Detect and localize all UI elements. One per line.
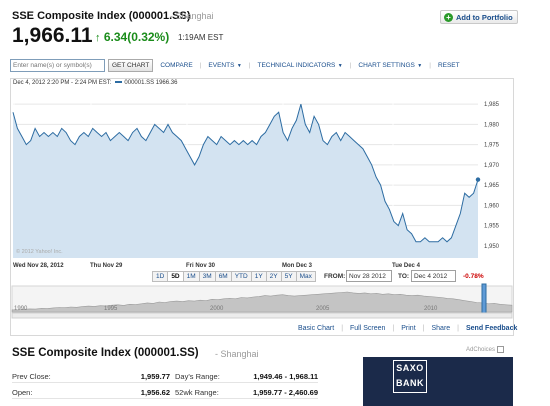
link-divider: |	[341, 325, 344, 332]
ad-brand-line1: SAXO	[396, 363, 424, 373]
advertisement[interactable]	[363, 357, 513, 406]
period-selector: 1D 5D 1M 3M 6M YTD 1Y 2Y 5Y Max	[152, 271, 316, 282]
series-area	[13, 104, 478, 258]
range-percent-change: -0.78%	[463, 273, 484, 280]
x-tick-label: Wed Nov 28, 2012	[13, 263, 64, 269]
y-tick-label: 1,960	[484, 203, 500, 209]
x-tick-label: Fri Nov 30	[186, 263, 216, 269]
adchoices-link[interactable]: AdChoices	[466, 346, 505, 354]
prev-close-value: 1,959.77	[140, 372, 170, 381]
navigator-year-label: 1995	[104, 306, 118, 312]
link-divider: |	[457, 325, 459, 332]
saxo-bank-logo: SAXO BANK	[393, 360, 427, 393]
open-value: 1,956.62	[140, 388, 170, 397]
navigator-year-label: 1990	[14, 306, 28, 312]
x-tick-label: Mon Dec 3	[282, 263, 313, 269]
navigator-year-label: 2010	[424, 306, 438, 312]
y-tick-label: 1,955	[484, 224, 500, 230]
days-range-label: Day's Range:	[175, 372, 220, 381]
open-label: Open:	[12, 388, 33, 397]
full-screen-link[interactable]: Full Screen	[350, 325, 385, 332]
from-label: FROM:	[324, 273, 346, 280]
copyright-watermark: © 2012 Yahoo! Inc.	[16, 249, 63, 255]
stat-row: Prev Close: 1,959.77 Day's Range: 1,949.…	[12, 367, 318, 383]
send-feedback-link[interactable]: Send Feedback	[466, 325, 517, 332]
adchoices-label: AdChoices	[466, 347, 496, 354]
print-link[interactable]: Print	[401, 325, 415, 332]
chart-links: Basic Chart | Full Screen | Print | Shar…	[298, 325, 524, 332]
period-button-5y[interactable]: 5Y	[280, 271, 297, 282]
y-tick-label: 1,970	[484, 163, 500, 169]
navigator-selection-handle[interactable]	[481, 283, 487, 315]
ad-brand-line2: BANK	[396, 378, 424, 388]
y-tick-label: 1,965	[484, 183, 500, 189]
period-button-1d[interactable]: 1D	[152, 271, 169, 282]
period-button-1y[interactable]: 1Y	[250, 271, 267, 282]
period-button-5d[interactable]: 5D	[167, 271, 184, 282]
y-tick-label: 1,980	[484, 122, 500, 128]
y-tick-label: 1,950	[484, 244, 500, 250]
period-button-2y[interactable]: 2Y	[265, 271, 282, 282]
to-date-input[interactable]: Dec 4 2012	[411, 270, 456, 282]
to-label: TO:	[398, 273, 410, 280]
share-link[interactable]: Share	[431, 325, 450, 332]
stat-row: Open: 1,956.62 52wk Range: 1,959.77 - 2,…	[12, 383, 318, 399]
summary-exchange-label: - Shanghai	[215, 349, 259, 359]
link-divider: |	[422, 325, 425, 332]
period-button-3m[interactable]: 3M	[198, 271, 216, 282]
last-point-marker	[475, 177, 481, 182]
adchoices-icon	[497, 346, 505, 353]
x-tick-label: Tue Dec 4	[392, 263, 421, 269]
period-button-1m[interactable]: 1M	[182, 271, 200, 282]
period-button-6m[interactable]: 6M	[214, 271, 232, 282]
navigator-year-label: 2000	[210, 306, 224, 312]
y-tick-label: 1,985	[484, 102, 500, 108]
x-tick-label: Thu Nov 29	[90, 263, 123, 269]
from-date-input[interactable]: Nov 28 2012	[346, 270, 392, 282]
period-button-ytd[interactable]: YTD	[230, 271, 252, 282]
period-button-max[interactable]: Max	[295, 271, 316, 282]
prev-close-label: Prev Close:	[12, 372, 51, 381]
navigator-year-label: 2005	[316, 306, 330, 312]
y-tick-label: 1,975	[484, 143, 500, 149]
52wk-range-label: 52wk Range:	[175, 388, 219, 397]
link-divider: |	[392, 325, 395, 332]
days-range-value: 1,949.46 - 1,968.11	[253, 372, 318, 381]
summary-title: SSE Composite Index (000001.SS)	[12, 347, 199, 359]
basic-chart-link[interactable]: Basic Chart	[298, 325, 334, 332]
navigator-scrollbar[interactable]	[11, 312, 513, 319]
52wk-range-value: 1,959.77 - 2,460.69	[252, 388, 318, 397]
